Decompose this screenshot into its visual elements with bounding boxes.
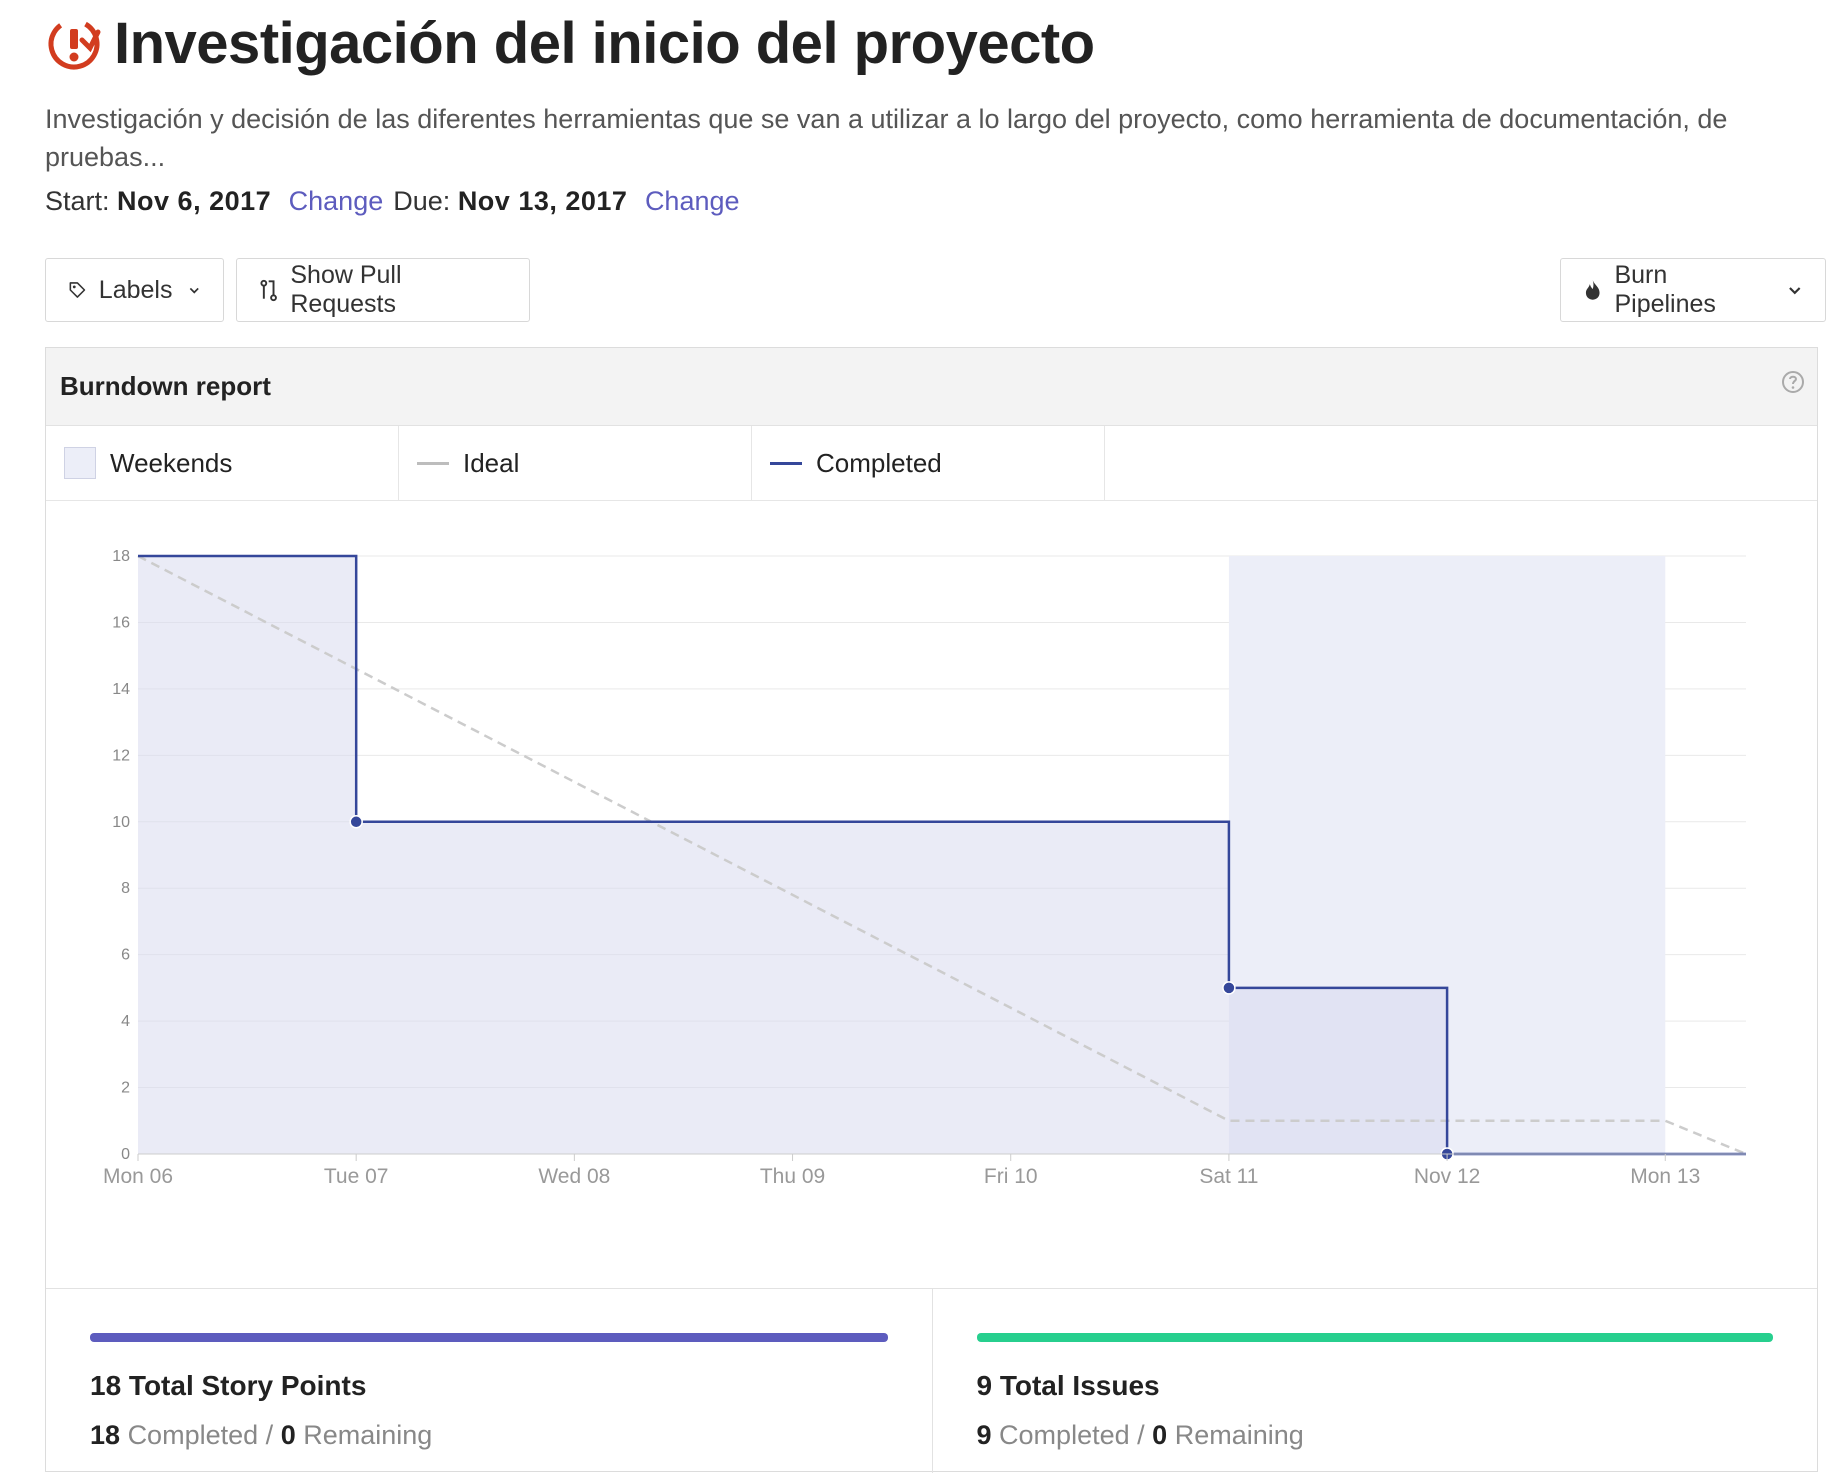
- chart-legend: Weekends Ideal Completed: [46, 426, 1817, 501]
- story-points-title: 18 Total Story Points: [90, 1370, 367, 1401]
- x-tick-label: Fri 10: [984, 1165, 1038, 1188]
- show-pull-requests-label: Show Pull Requests: [290, 261, 402, 318]
- y-tick-label: 14: [112, 681, 130, 698]
- show-pull-requests-button[interactable]: Show Pull Requests: [236, 258, 530, 322]
- x-tick-label: Wed 08: [538, 1165, 610, 1188]
- burndown-chart: 0 2 4 6 8 10 12 14 16 18 Mon 06 Tue 07 Wed 08 Thu 09 F…: [103, 548, 1747, 1188]
- story-points-separator: /: [265, 1420, 274, 1450]
- help-icon[interactable]: [1781, 370, 1805, 394]
- issues-remaining-label: Remaining: [1174, 1420, 1304, 1450]
- ideal-swatch: [417, 461, 449, 465]
- weekend-swatch: [64, 447, 96, 479]
- x-tick-label: Mon 13: [1630, 1165, 1700, 1188]
- burndown-title: Burndown report: [60, 371, 271, 401]
- change-due-link[interactable]: Change: [645, 186, 740, 216]
- completed-swatch: [770, 461, 802, 465]
- x-tick-label: Sat 11: [1199, 1165, 1258, 1188]
- y-tick-label: 8: [121, 880, 130, 897]
- y-tick-label: 10: [112, 814, 130, 831]
- story-points-breakdown: 18 Completed / 0 Remaining: [90, 1420, 888, 1451]
- summary-stats: 18 Total Story Points 18 Completed / 0 R…: [46, 1288, 1817, 1473]
- y-tick-label: 0: [121, 1146, 130, 1163]
- x-tick-label: Nov 12: [1414, 1165, 1481, 1188]
- issues-title: 9 Total Issues: [976, 1370, 1160, 1401]
- y-tick-label: 18: [112, 548, 130, 565]
- story-points-remaining-label: Remaining: [303, 1420, 433, 1450]
- labels-button[interactable]: Labels: [45, 258, 224, 322]
- start-date: Nov 6, 2017: [117, 186, 272, 216]
- change-start-link[interactable]: Change: [289, 186, 384, 216]
- page-title: Investigación del inicio del proyecto: [114, 11, 1095, 76]
- legend-weekends-label: Weekends: [110, 447, 233, 478]
- legend-weekends: Weekends: [46, 426, 399, 500]
- legend-completed: Completed: [752, 426, 1105, 500]
- y-tick-label: 16: [112, 614, 130, 631]
- pull-request-icon: [260, 279, 277, 302]
- milestone-alert-icon: [48, 18, 101, 69]
- y-tick-label: 2: [121, 1080, 130, 1097]
- x-tick-label: Tue 07: [324, 1165, 389, 1188]
- completed-point: [349, 815, 363, 829]
- chevron-down-icon: [190, 287, 200, 294]
- start-label: Start:: [45, 186, 110, 216]
- due-date: Nov 13, 2017: [457, 186, 628, 216]
- chevron-down-icon: [1789, 287, 1801, 295]
- legend-completed-label: Completed: [816, 447, 942, 478]
- burndown-header: Burndown report: [46, 348, 1817, 426]
- story-points-remaining-count: 0: [280, 1420, 296, 1450]
- tag-icon: [69, 282, 86, 298]
- story-points-stat: 18 Total Story Points 18 Completed / 0 R…: [46, 1289, 932, 1473]
- page-title-row: Investigación del inicio del proyecto: [46, 10, 1095, 77]
- issues-completed-label: Completed: [999, 1420, 1130, 1450]
- story-points-completed-count: 18: [90, 1420, 121, 1450]
- labels-button-label: Labels: [98, 275, 173, 304]
- milestone-description: Investigación y decisión de las diferent…: [45, 104, 1728, 172]
- y-tick-label: 12: [112, 747, 130, 764]
- issues-remaining-count: 0: [1152, 1420, 1168, 1450]
- issues-breakdown: 9 Completed / 0 Remaining: [977, 1420, 1774, 1451]
- flame-icon: [1585, 280, 1600, 300]
- due-label: Due:: [393, 186, 451, 216]
- story-points-completed-label: Completed: [127, 1420, 259, 1450]
- burn-pipelines-button[interactable]: Burn Pipelines: [1560, 258, 1826, 322]
- legend-ideal-label: Ideal: [463, 447, 520, 478]
- y-tick-label: 4: [121, 1013, 130, 1030]
- y-tick-label: 6: [121, 947, 130, 964]
- milestone-dates: Start: Nov 6, 2017 Change Due: Nov 13, 20…: [45, 186, 750, 217]
- story-points-progress-bar: [90, 1333, 888, 1342]
- issues-stat: 9 Total Issues 9 Completed / 0 Remaining: [931, 1289, 1818, 1473]
- legend-ideal: Ideal: [399, 426, 752, 500]
- issues-progress-bar: [976, 1333, 1773, 1342]
- burn-pipelines-label: Burn Pipelines: [1614, 261, 1716, 318]
- issues-separator: /: [1137, 1420, 1145, 1450]
- x-tick-label: Thu 09: [760, 1165, 825, 1188]
- burndown-panel: Burndown report Weekends Ideal Completed…: [45, 347, 1818, 1473]
- completed-point: [1222, 981, 1236, 995]
- issues-completed-count: 9: [976, 1420, 992, 1450]
- x-tick-label: Mon 06: [103, 1165, 173, 1188]
